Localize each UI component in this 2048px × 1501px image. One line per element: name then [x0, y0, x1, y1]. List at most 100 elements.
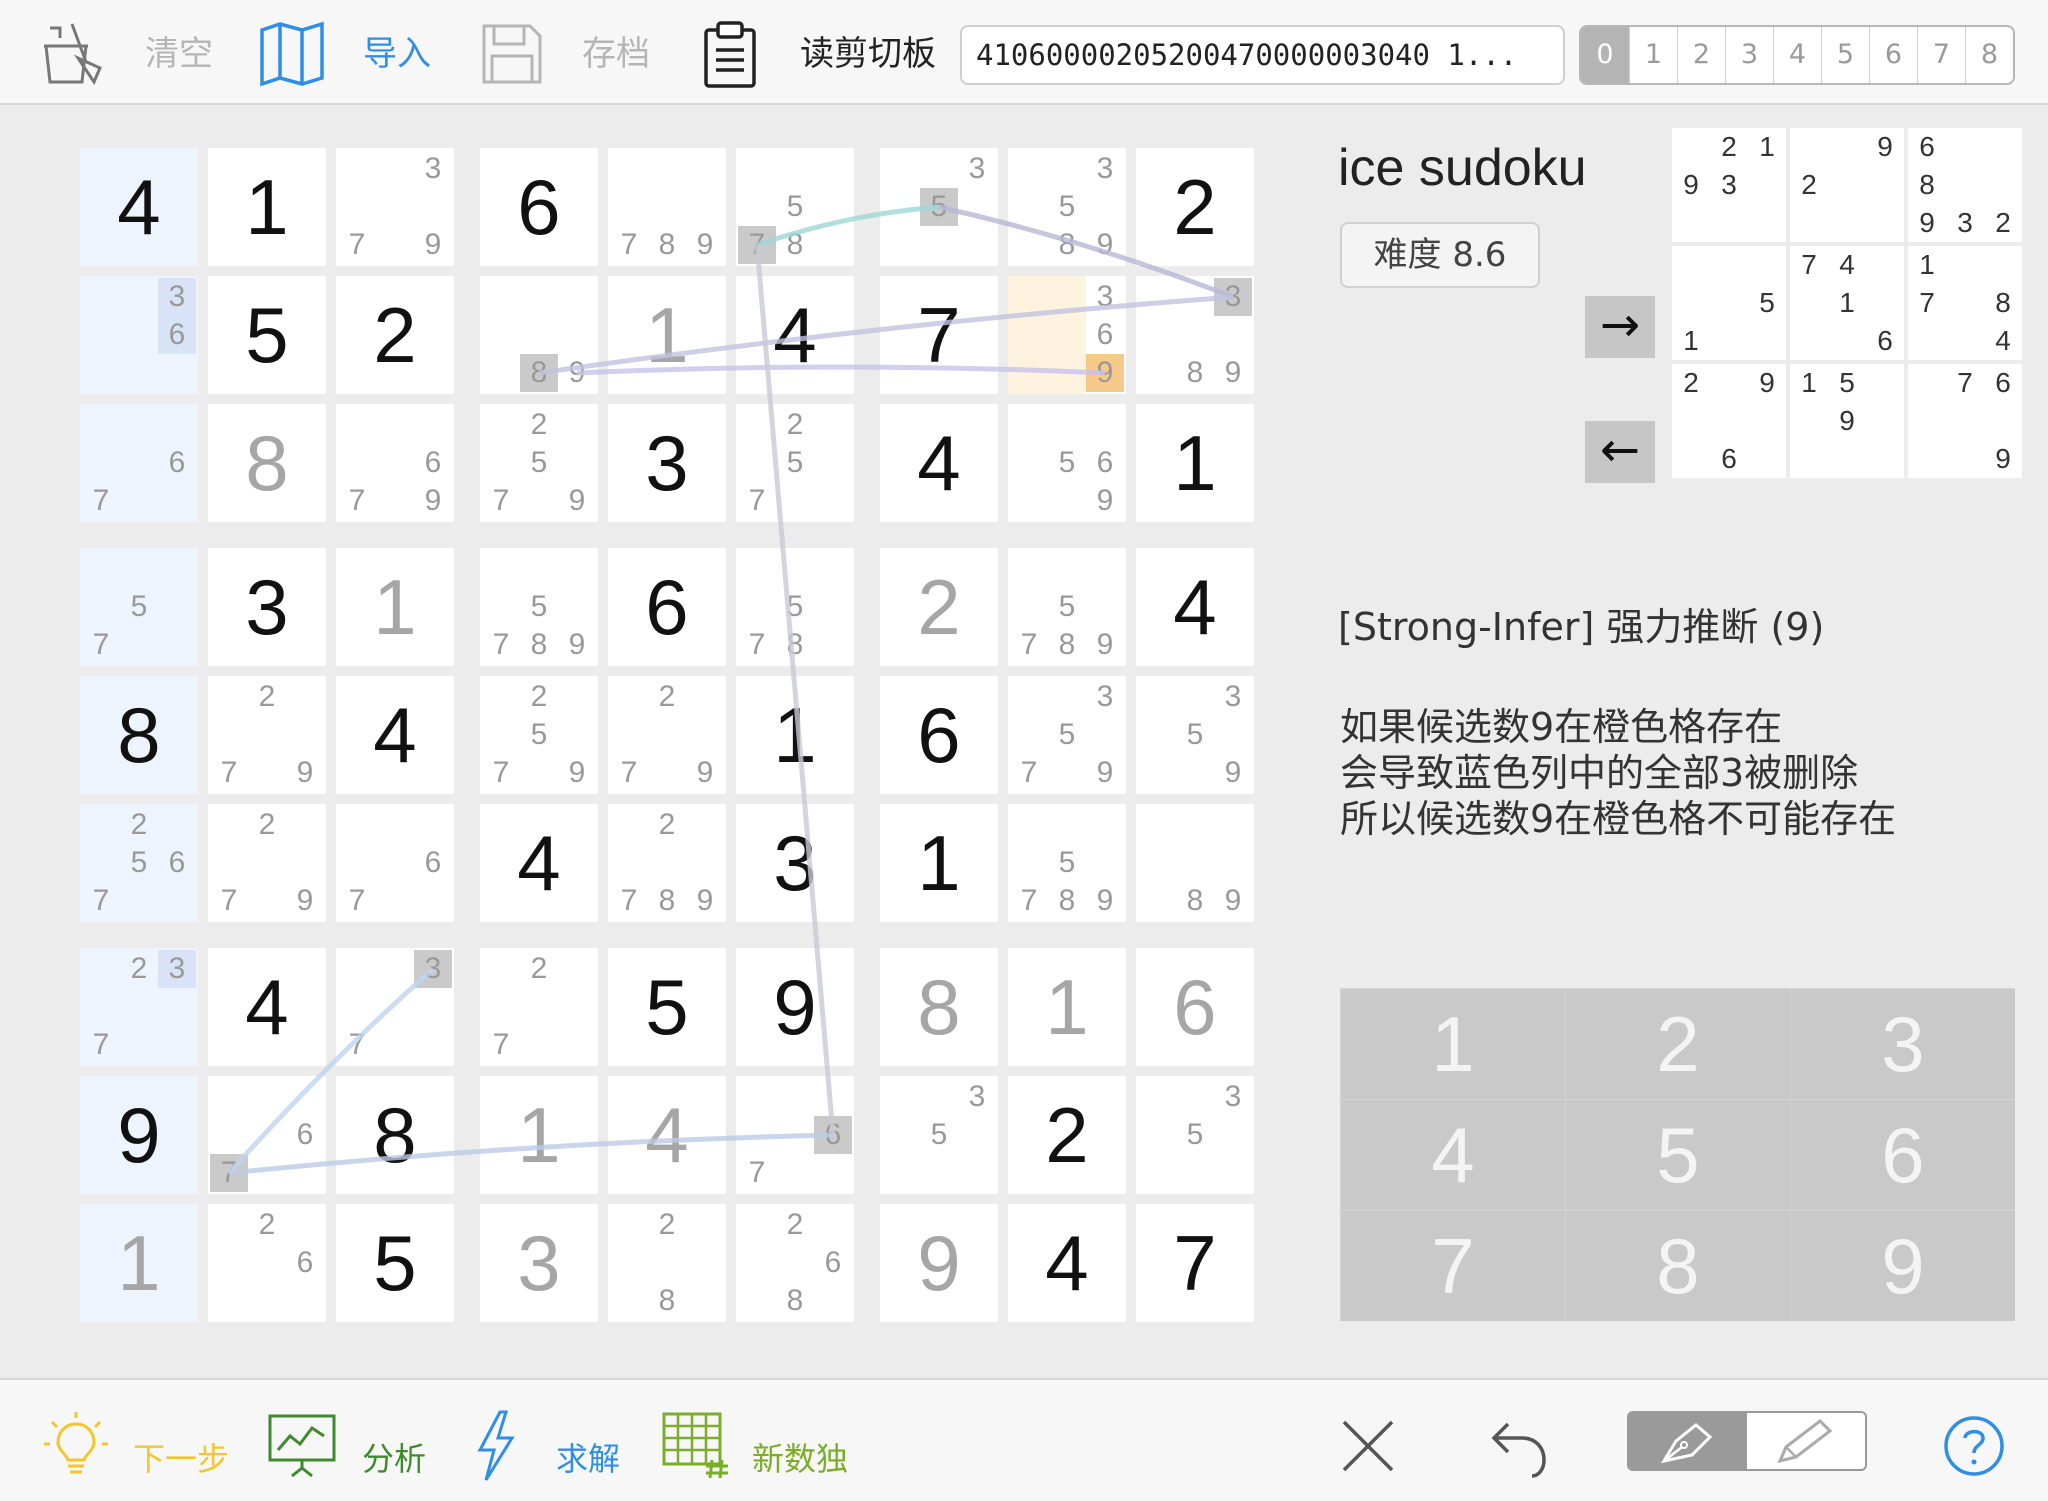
grid-hash-icon[interactable] — [660, 1410, 732, 1482]
board-cell[interactable]: 5789 — [480, 548, 598, 666]
board-cell[interactable]: 8 — [880, 948, 998, 1066]
floppy-disk-icon[interactable] — [476, 18, 548, 90]
board-cell[interactable]: 67 — [736, 1076, 854, 1194]
level-option-6[interactable]: 6 — [1869, 27, 1917, 83]
board-cell[interactable]: 4 — [480, 804, 598, 922]
board-cell[interactable]: 7 — [1136, 1204, 1254, 1322]
board-cell[interactable]: 1 — [736, 676, 854, 794]
board-cell[interactable]: 359 — [1136, 676, 1254, 794]
board-cell[interactable]: 6 7 9 — [336, 404, 454, 522]
board-cell[interactable]: 5 — [336, 1204, 454, 1322]
level-option-2[interactable]: 2 — [1677, 27, 1725, 83]
pen-mode-toggle[interactable] — [1627, 1411, 1867, 1471]
level-option-0[interactable]: 0 — [1581, 27, 1629, 83]
level-option-5[interactable]: 5 — [1821, 27, 1869, 83]
level-selector[interactable]: 012345678 — [1579, 25, 2015, 85]
board-cell[interactable]: 2 7 9 — [208, 804, 326, 922]
board-cell[interactable]: 2 — [1008, 1076, 1126, 1194]
board-cell[interactable]: 9 — [80, 1076, 198, 1194]
board-cell[interactable]: 2 7 9 — [208, 676, 326, 794]
board-cell[interactable]: 57 — [80, 548, 198, 666]
lightning-icon[interactable] — [460, 1410, 532, 1482]
board-cell[interactable]: 4 — [80, 148, 198, 266]
board-cell[interactable]: 2 57 9 — [480, 676, 598, 794]
board-cell[interactable]: 35 — [880, 1076, 998, 1194]
board-cell[interactable]: 2 789 — [608, 804, 726, 922]
board-cell[interactable]: 8 — [336, 1076, 454, 1194]
board-cell[interactable]: 67 — [336, 804, 454, 922]
board-cell[interactable]: 8 — [80, 676, 198, 794]
analysis-chart-icon[interactable] — [266, 1410, 338, 1482]
board-cell[interactable]: 1 — [480, 1076, 598, 1194]
board-cell[interactable]: 7 — [880, 276, 998, 394]
board-cell[interactable]: 67 — [80, 404, 198, 522]
board-cell[interactable]: 1 — [1008, 948, 1126, 1066]
board-cell[interactable]: 89 — [1136, 804, 1254, 922]
board-cell[interactable]: 67 — [208, 1076, 326, 1194]
board-cell[interactable]: 357 9 — [1008, 676, 1126, 794]
board-cell[interactable]: 3 89 — [1136, 276, 1254, 394]
keypad-key-5[interactable]: 5 — [1566, 1100, 1790, 1210]
map-icon[interactable] — [256, 18, 328, 90]
board-cell[interactable]: 37 — [336, 948, 454, 1066]
board-cell[interactable]: 3 — [608, 404, 726, 522]
board-cell[interactable]: 28 — [608, 1204, 726, 1322]
board-cell[interactable]: 9 — [736, 948, 854, 1066]
pencil-icon[interactable] — [1747, 1413, 1865, 1469]
fountain-pen-icon[interactable] — [1629, 1413, 1747, 1469]
board-cell[interactable]: 1 — [880, 804, 998, 922]
keypad-key-3[interactable]: 3 — [1791, 989, 2015, 1099]
next-puzzle-button[interactable]: → — [1585, 296, 1655, 358]
board-cell[interactable]: 2 — [336, 276, 454, 394]
analyze-label[interactable]: 分析 — [362, 1434, 426, 1480]
board-cell[interactable]: 4 — [608, 1076, 726, 1194]
undo-icon[interactable] — [1482, 1410, 1554, 1482]
keypad-key-8[interactable]: 8 — [1566, 1211, 1790, 1321]
clipboard-icon[interactable] — [694, 18, 766, 90]
board-cell[interactable]: 2 7 9 — [608, 676, 726, 794]
board-cell[interactable]: 89 — [480, 276, 598, 394]
board-cell[interactable]: 3 69 — [1008, 276, 1126, 394]
new-sudoku-label[interactable]: 新数独 — [752, 1434, 848, 1480]
board-cell[interactable]: 1 — [208, 148, 326, 266]
board-cell[interactable]: 2 — [880, 548, 998, 666]
next-step-label[interactable]: 下一步 — [133, 1434, 229, 1480]
board-cell[interactable]: 4 — [1008, 1204, 1126, 1322]
board-cell[interactable]: 3 — [736, 804, 854, 922]
board-cell[interactable]: 5 — [608, 948, 726, 1066]
close-icon[interactable] — [1332, 1410, 1404, 1482]
board-cell[interactable]: 8 — [208, 404, 326, 522]
board-cell[interactable]: 35 — [1136, 1076, 1254, 1194]
board-cell[interactable]: 789 — [608, 148, 726, 266]
prev-puzzle-button[interactable]: ← — [1585, 421, 1655, 483]
level-option-7[interactable]: 7 — [1917, 27, 1965, 83]
board-cell[interactable]: 5789 — [1008, 804, 1126, 922]
board-cell[interactable]: 6 — [480, 148, 598, 266]
solve-label[interactable]: 求解 — [556, 1434, 620, 1480]
board-cell[interactable]: 578 — [736, 548, 854, 666]
board-cell[interactable]: 23 7 — [80, 948, 198, 1066]
board-cell[interactable]: 2 — [1136, 148, 1254, 266]
board-cell[interactable]: 1 — [1136, 404, 1254, 522]
board-cell[interactable]: 6 — [1136, 948, 1254, 1066]
save-label[interactable]: 存档 — [582, 28, 650, 80]
board-cell[interactable]: 578 — [736, 148, 854, 266]
board-cell[interactable]: 4 — [336, 676, 454, 794]
board-cell[interactable]: 4 — [208, 948, 326, 1066]
board-cell[interactable]: 2 57 9 — [480, 404, 598, 522]
level-option-1[interactable]: 1 — [1629, 27, 1677, 83]
board-cell[interactable]: 36 — [80, 276, 198, 394]
board-cell[interactable]: 5 — [208, 276, 326, 394]
board-cell[interactable]: 26 — [208, 1204, 326, 1322]
board-cell[interactable]: 9 — [880, 1204, 998, 1322]
level-option-3[interactable]: 3 — [1725, 27, 1773, 83]
board-cell[interactable]: 5789 — [1008, 548, 1126, 666]
board-cell[interactable]: 35 — [880, 148, 998, 266]
board-cell[interactable]: 6 — [608, 548, 726, 666]
board-cell[interactable]: 27 — [480, 948, 598, 1066]
board-cell[interactable]: 4 — [736, 276, 854, 394]
help-icon[interactable] — [1938, 1410, 2010, 1482]
board-cell[interactable]: 3 7 9 — [336, 148, 454, 266]
board-cell[interactable]: 2 56 7 — [80, 804, 198, 922]
clipboard-label[interactable]: 读剪切板 — [800, 28, 936, 80]
